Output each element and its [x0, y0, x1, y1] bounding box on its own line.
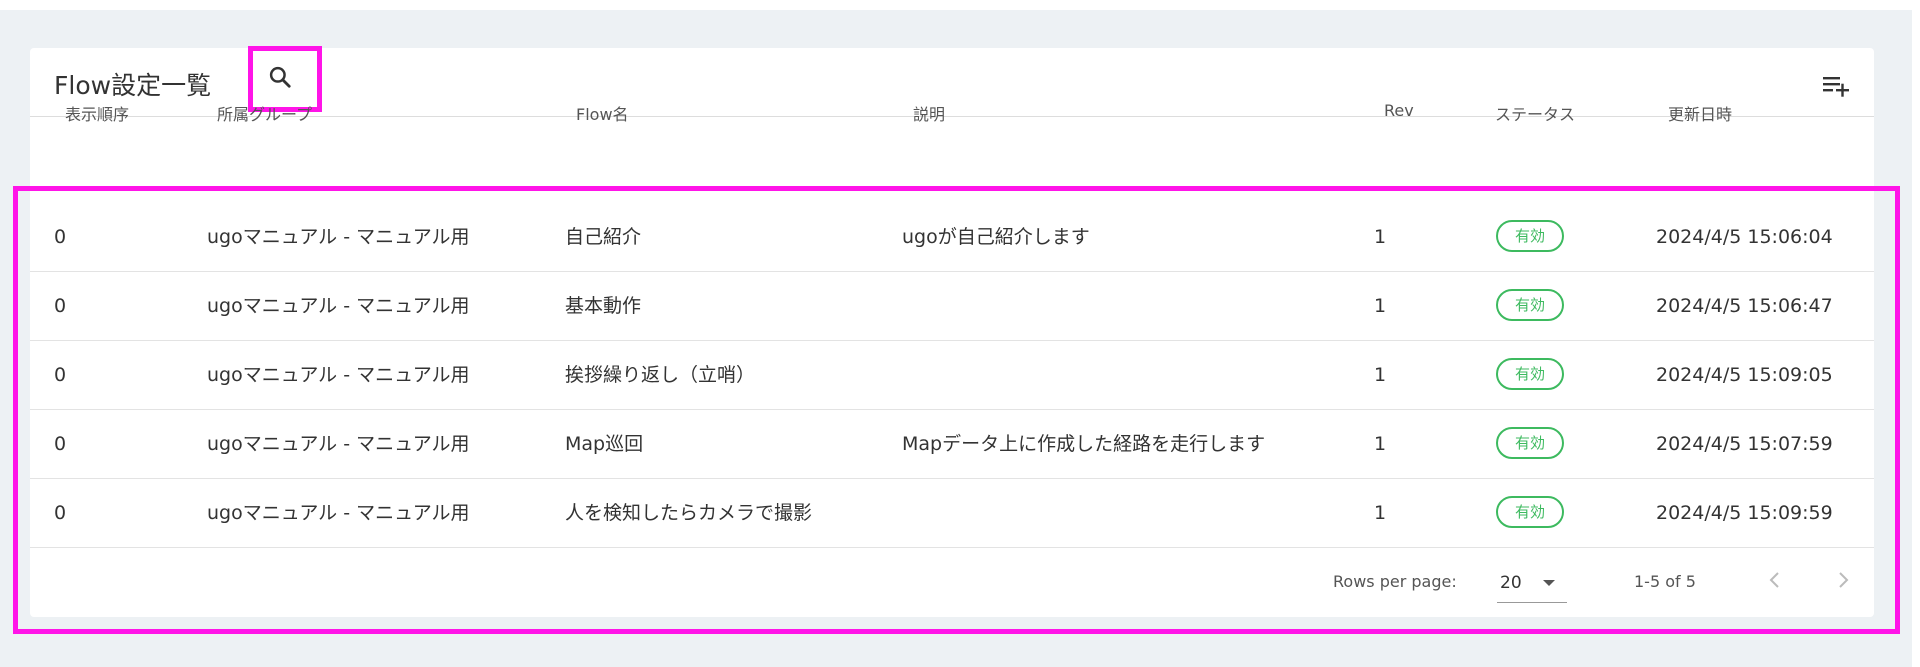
column-header-flow-name[interactable]: Flow名 [576, 101, 629, 125]
previous-page-button[interactable] [1755, 560, 1795, 600]
table-pagination: Rows per page: 20 1-5 of 5 [30, 550, 1874, 614]
cell-flow-name: 人を検知したらカメラで撮影 [565, 502, 813, 524]
cell-group: ugoマニュアル - マニュアル用 [207, 226, 470, 248]
next-page-button[interactable] [1823, 560, 1863, 600]
cell-order: 0 [54, 502, 67, 524]
chevron-right-icon [1839, 572, 1849, 588]
cell-flow-name: 挨拶繰り返し（立哨） [565, 364, 756, 386]
cell-description: ugoが自己紹介します [902, 226, 1090, 248]
cell-flow-name: Map巡回 [565, 433, 644, 455]
cell-rev: 1 [1374, 502, 1387, 524]
search-icon [269, 66, 291, 88]
cell-group: ugoマニュアル - マニュアル用 [207, 364, 470, 386]
table-row[interactable]: 0 ugoマニュアル - マニュアル用 基本動作 1 有効 2024/4/5 1… [30, 272, 1874, 341]
cell-rev: 1 [1374, 226, 1387, 248]
rows-per-page-value: 20 [1500, 573, 1522, 593]
cell-group: ugoマニュアル - マニュアル用 [207, 502, 470, 524]
cell-updated: 2024/4/5 15:09:05 [1656, 364, 1833, 386]
status-badge: 有効 [1496, 289, 1564, 321]
status-badge: 有効 [1496, 358, 1564, 390]
cell-rev: 1 [1374, 364, 1387, 386]
chevron-left-icon [1769, 572, 1779, 588]
cell-order: 0 [54, 295, 67, 317]
column-header-description[interactable]: 説明 [913, 101, 945, 125]
add-flow-button[interactable] [1816, 68, 1856, 102]
cell-order: 0 [54, 226, 67, 248]
rows-per-page-select[interactable]: 20 [1497, 560, 1567, 603]
column-header-rev[interactable]: Rev [1384, 101, 1414, 120]
cell-order: 0 [54, 433, 67, 455]
page-title: Flow設定一覧 [54, 71, 212, 100]
table-row[interactable]: 0 ugoマニュアル - マニュアル用 挨拶繰り返し（立哨） 1 有効 2024… [30, 341, 1874, 410]
column-header-group[interactable]: 所属グループ [217, 101, 312, 125]
cell-description: Mapデータ上に作成した経路を走行します [902, 433, 1266, 455]
rows-per-page-label: Rows per page: [1333, 572, 1457, 591]
cell-updated: 2024/4/5 15:06:47 [1656, 295, 1833, 317]
cell-rev: 1 [1374, 295, 1387, 317]
status-badge: 有効 [1496, 427, 1564, 459]
table-row[interactable]: 0 ugoマニュアル - マニュアル用 自己紹介 ugoが自己紹介します 1 有… [30, 203, 1874, 272]
cell-order: 0 [54, 364, 67, 386]
table-row[interactable]: 0 ugoマニュアル - マニュアル用 人を検知したらカメラで撮影 1 有効 2… [30, 479, 1874, 548]
cell-flow-name: 基本動作 [565, 295, 642, 317]
cell-updated: 2024/4/5 15:06:04 [1656, 226, 1833, 248]
column-header-order[interactable]: 表示順序 [65, 101, 129, 125]
search-button[interactable] [252, 48, 308, 106]
cell-group: ugoマニュアル - マニュアル用 [207, 433, 470, 455]
status-badge: 有効 [1496, 220, 1564, 252]
cell-group: ugoマニュアル - マニュアル用 [207, 295, 470, 317]
status-badge: 有効 [1496, 496, 1564, 528]
cell-rev: 1 [1374, 433, 1387, 455]
table-row[interactable]: 0 ugoマニュアル - マニュアル用 Map巡回 Mapデータ上に作成した経路… [30, 410, 1874, 479]
cell-flow-name: 自己紹介 [565, 226, 642, 248]
pagination-range: 1-5 of 5 [1634, 572, 1696, 591]
column-header-updated[interactable]: 更新日時 [1668, 101, 1732, 125]
caret-down-icon [1543, 580, 1555, 586]
playlist-add-icon [1823, 77, 1849, 97]
cell-updated: 2024/4/5 15:07:59 [1656, 433, 1833, 455]
cell-updated: 2024/4/5 15:09:59 [1656, 502, 1833, 524]
column-header-status[interactable]: ステータス [1495, 101, 1575, 125]
